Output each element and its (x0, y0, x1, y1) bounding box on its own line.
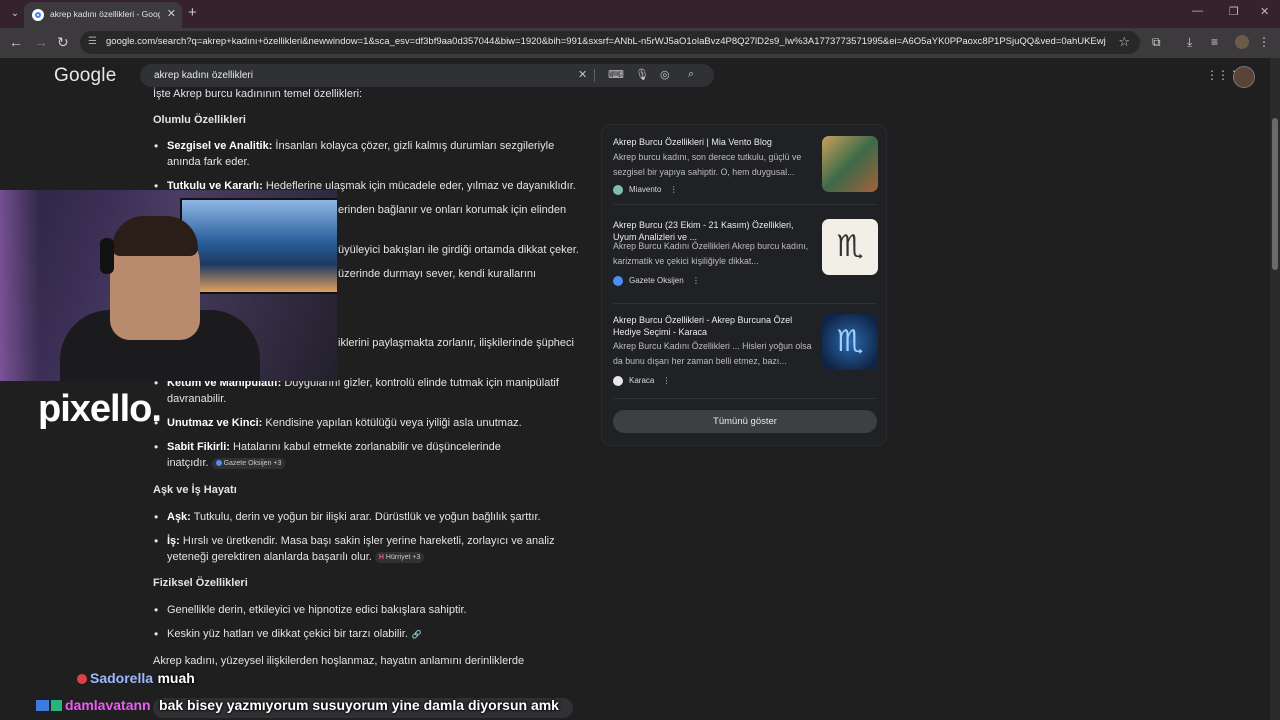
gazete-oksijen-icon (613, 276, 623, 286)
google-account-avatar[interactable] (1233, 66, 1255, 88)
webcam-overlay (0, 190, 337, 381)
search-box[interactable]: akrep kadını özellikleri ✕ ⌨ 🎙 ◎ ⌕ (140, 64, 714, 87)
browser-menu-icon[interactable]: ⋮ (1258, 35, 1270, 49)
forward-icon[interactable]: → (34, 34, 48, 50)
chat-message: Sadorella muah (77, 670, 195, 688)
source-card-site: Miavento ⋮ (613, 185, 678, 195)
source-card-title[interactable]: Akrep Burcu Özellikleri - Akrep Burcuna … (613, 314, 819, 338)
user-badge-icon (36, 700, 49, 712)
source-chip[interactable]: Gazete Oksijen +3 (211, 457, 286, 469)
divider (613, 204, 877, 205)
search-query[interactable]: akrep kadını özellikleri (154, 70, 253, 81)
background-monitor (180, 198, 337, 294)
karaca-icon (613, 376, 623, 386)
address-bar[interactable]: ☰ google.com/search?q=akrep+kadını+özell… (80, 31, 1140, 54)
minimize-icon[interactable]: — (1192, 5, 1203, 17)
section-heading: Fiziksel Özellikleri (153, 577, 248, 589)
source-card-title[interactable]: Akrep Burcu Özellikleri | Mia Vento Blog (613, 136, 819, 148)
close-window-icon[interactable]: ✕ (1260, 5, 1269, 18)
back-icon[interactable]: ← (9, 34, 23, 50)
extensions-icon[interactable]: ⧉ (1152, 35, 1161, 50)
list-item: Unutmaz ve Kinci: Kendisine yapılan kötü… (154, 415, 583, 431)
scorpion-thumbnail[interactable]: ♏ (822, 219, 878, 275)
sources-panel: Akrep Burcu Özellikleri | Mia Vento Blog… (601, 124, 887, 446)
restore-icon[interactable]: ❐ (1229, 5, 1239, 18)
tab-title: akrep kadını özellikleri - Google (50, 9, 160, 19)
source-card-snippet: Akrep Burcu Kadını Özellikleri Akrep bur… (613, 241, 809, 266)
reload-icon[interactable]: ↻ (57, 34, 69, 51)
headset-icon (100, 238, 114, 274)
clear-icon[interactable]: ✕ (578, 68, 587, 81)
more-options-icon[interactable]: ⋮ (663, 376, 671, 385)
light-glow (0, 190, 40, 381)
tab-bar: ⌄ akrep kadını özellikleri - Google ✕ + … (0, 0, 1280, 28)
new-tab-icon[interactable]: + (188, 4, 197, 21)
list-item: Genellikle derin, etkileyici ve hipnotiz… (154, 602, 583, 618)
intro-text: İşte Akrep burcu kadınının temel özellik… (153, 88, 363, 100)
user-badge-icon (77, 673, 87, 684)
user-badge-icon (51, 700, 62, 712)
bookmark-star-icon[interactable]: ☆ (1118, 34, 1130, 50)
chat-text: muah (157, 670, 195, 686)
more-options-icon[interactable]: ⋮ (692, 276, 700, 285)
streamer-hair (112, 216, 198, 256)
downloads-icon[interactable]: ⤓ (1187, 35, 1192, 50)
chat-text: bak bisey yazmıyorum susuyorum yine daml… (159, 697, 559, 713)
closing-text: Akrep kadını, yüzeysel ilişkilerden hoşl… (153, 655, 525, 667)
section-heading: Aşk ve İş Hayatı (153, 484, 237, 496)
list-item: Keskin yüz hatları ve dikkat çekici bir … (154, 626, 583, 643)
search-divider (594, 69, 595, 82)
miavento-icon (613, 185, 623, 195)
chat-username: damlavatann (65, 697, 151, 713)
close-tab-icon[interactable]: ✕ (167, 7, 176, 20)
keyboard-icon[interactable]: ⌨ (608, 68, 624, 81)
search-icon[interactable]: ⌕ (688, 68, 694, 81)
url-text: google.com/search?q=akrep+kadını+özellik… (106, 36, 1106, 47)
source-card-site: Karaca ⋮ (613, 376, 671, 386)
more-options-icon[interactable]: ⋮ (670, 185, 678, 194)
list-item: Aşk: Tutkulu, derin ve yoğun bir ilişki … (154, 509, 583, 525)
gazete-oksijen-icon (215, 459, 222, 466)
chat-message: damlavatann bak bisey yazmıyorum susuyor… (36, 697, 559, 715)
source-card-snippet: Akrep Burcu Kadını Özellikleri ... Hisle… (613, 341, 812, 366)
list-item: Sezgisel ve Analitik: İnsanları kolayca … (154, 138, 583, 170)
google-logo[interactable]: Google (54, 65, 116, 87)
list-item: Sabit Fikirli: Hatalarını kabul etmekte … (154, 439, 583, 471)
browser-toolbar: ← → ↻ ☰ google.com/search?q=akrep+kadını… (0, 28, 1280, 58)
microphone-icon[interactable]: 🎙 (635, 68, 649, 81)
chat-username: Sadorella (90, 670, 154, 686)
source-chip[interactable]: H Hürriyet +3 (374, 551, 425, 563)
list-item: İş: Hırslı ve üretkendir. Masa başı saki… (154, 533, 583, 565)
active-tab[interactable]: akrep kadını özellikleri - Google ✕ (24, 2, 182, 28)
section-heading: Olumlu Özellikleri (153, 114, 246, 126)
link-icon[interactable]: 🔗 (412, 630, 422, 639)
google-favicon-icon (32, 9, 44, 21)
profile-avatar[interactable] (1235, 35, 1249, 49)
brand-logo: pixello. (38, 388, 162, 430)
lens-icon[interactable]: ◎ (660, 68, 670, 81)
source-card-site: Gazete Oksijen ⋮ (613, 276, 700, 286)
site-info-icon[interactable]: ☰ (88, 36, 97, 47)
show-all-button[interactable]: Tümünü göster (613, 410, 877, 433)
divider (613, 398, 877, 399)
scrollbar-thumb[interactable] (1272, 118, 1278, 270)
source-thumbnail[interactable] (822, 136, 878, 192)
hurriyet-icon: H (378, 553, 384, 561)
source-card-snippet: Akrep burcu kadını, son derece tutkulu, … (613, 152, 802, 177)
divider (613, 303, 877, 304)
scorpion-thumbnail[interactable]: ♏ (822, 314, 878, 370)
tab-search-button[interactable]: ⌄ (6, 5, 24, 23)
reading-list-icon[interactable]: ≡ (1211, 35, 1218, 49)
